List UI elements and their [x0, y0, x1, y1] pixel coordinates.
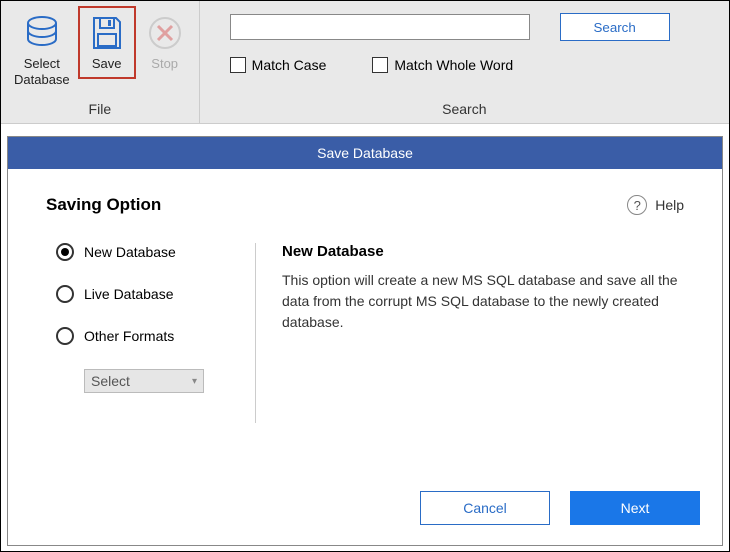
radio-label: Live Database	[84, 286, 174, 302]
description-body: This option will create a new MS SQL dat…	[282, 270, 678, 333]
next-button[interactable]: Next	[570, 491, 700, 525]
radio-icon	[56, 327, 74, 345]
description-panel: New Database This option will create a n…	[256, 243, 684, 423]
dialog-title: Save Database	[8, 137, 722, 169]
match-case-label: Match Case	[252, 57, 327, 73]
help-label: Help	[655, 197, 684, 213]
match-whole-word-checkbox[interactable]: Match Whole Word	[372, 57, 513, 73]
checkbox-icon	[372, 57, 388, 73]
help-icon: ?	[627, 195, 647, 215]
radio-icon	[56, 285, 74, 303]
stop-label: Stop	[151, 56, 178, 72]
ribbon-group-file: Select Database Save Stop File	[1, 1, 200, 123]
cancel-button[interactable]: Cancel	[420, 491, 550, 525]
description-heading: New Database	[282, 243, 678, 260]
radio-icon	[56, 243, 74, 261]
stop-button: Stop	[136, 6, 194, 97]
radio-other-formats[interactable]: Other Formats	[56, 327, 255, 345]
ribbon-group-search: Search Match Case Match Whole Word Searc…	[200, 1, 729, 123]
radio-label: Other Formats	[84, 328, 174, 344]
select-database-button[interactable]: Select Database	[6, 6, 78, 97]
select-database-label: Select Database	[14, 56, 70, 87]
format-select[interactable]: Select ▾	[84, 369, 204, 393]
chevron-down-icon: ▾	[192, 376, 197, 387]
help-button[interactable]: ? Help	[627, 195, 684, 215]
options-panel: New Database Live Database Other Formats…	[46, 243, 256, 423]
save-button[interactable]: Save	[78, 6, 136, 97]
radio-label: New Database	[84, 244, 176, 260]
database-icon	[21, 12, 63, 54]
radio-live-database[interactable]: Live Database	[56, 285, 255, 303]
match-case-checkbox[interactable]: Match Case	[230, 57, 327, 73]
match-whole-label: Match Whole Word	[394, 57, 513, 73]
search-button[interactable]: Search	[560, 13, 670, 41]
search-input[interactable]	[230, 14, 530, 40]
saving-option-heading: Saving Option	[46, 195, 161, 215]
save-label: Save	[92, 56, 122, 72]
ribbon-bar: Select Database Save Stop File Sear	[1, 1, 729, 124]
checkbox-icon	[230, 57, 246, 73]
file-group-label: File	[1, 97, 199, 123]
radio-new-database[interactable]: New Database	[56, 243, 255, 261]
save-icon	[86, 12, 128, 54]
select-value: Select	[91, 373, 130, 389]
search-group-label: Search	[200, 97, 729, 123]
save-database-dialog: Save Database Saving Option ? Help New D…	[7, 136, 723, 546]
stop-icon	[144, 12, 186, 54]
